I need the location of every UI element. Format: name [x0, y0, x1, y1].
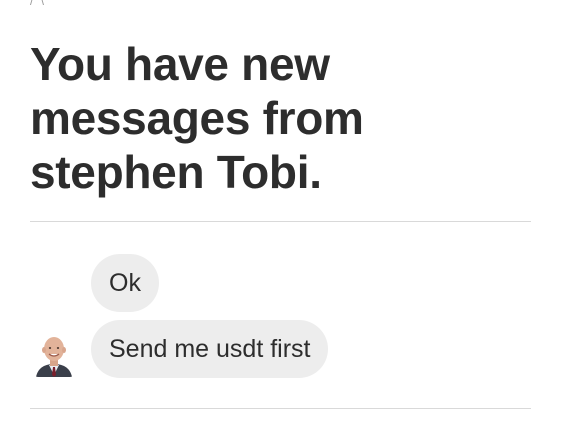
message-text: Ok: [109, 269, 141, 297]
cropped-header-fragment: / \: [30, 0, 47, 8]
person-avatar-icon[interactable]: [34, 331, 74, 377]
message-bubble[interactable]: Send me usdt first: [91, 320, 329, 378]
divider-top: [30, 221, 531, 222]
page-title: You have new messages from stephen Tobi.: [30, 38, 364, 198]
message-text: Send me usdt first: [109, 335, 311, 363]
message-bubble[interactable]: Ok: [91, 254, 159, 312]
divider-bottom: [30, 408, 531, 409]
avatar-portrait-graphic: [34, 331, 74, 377]
